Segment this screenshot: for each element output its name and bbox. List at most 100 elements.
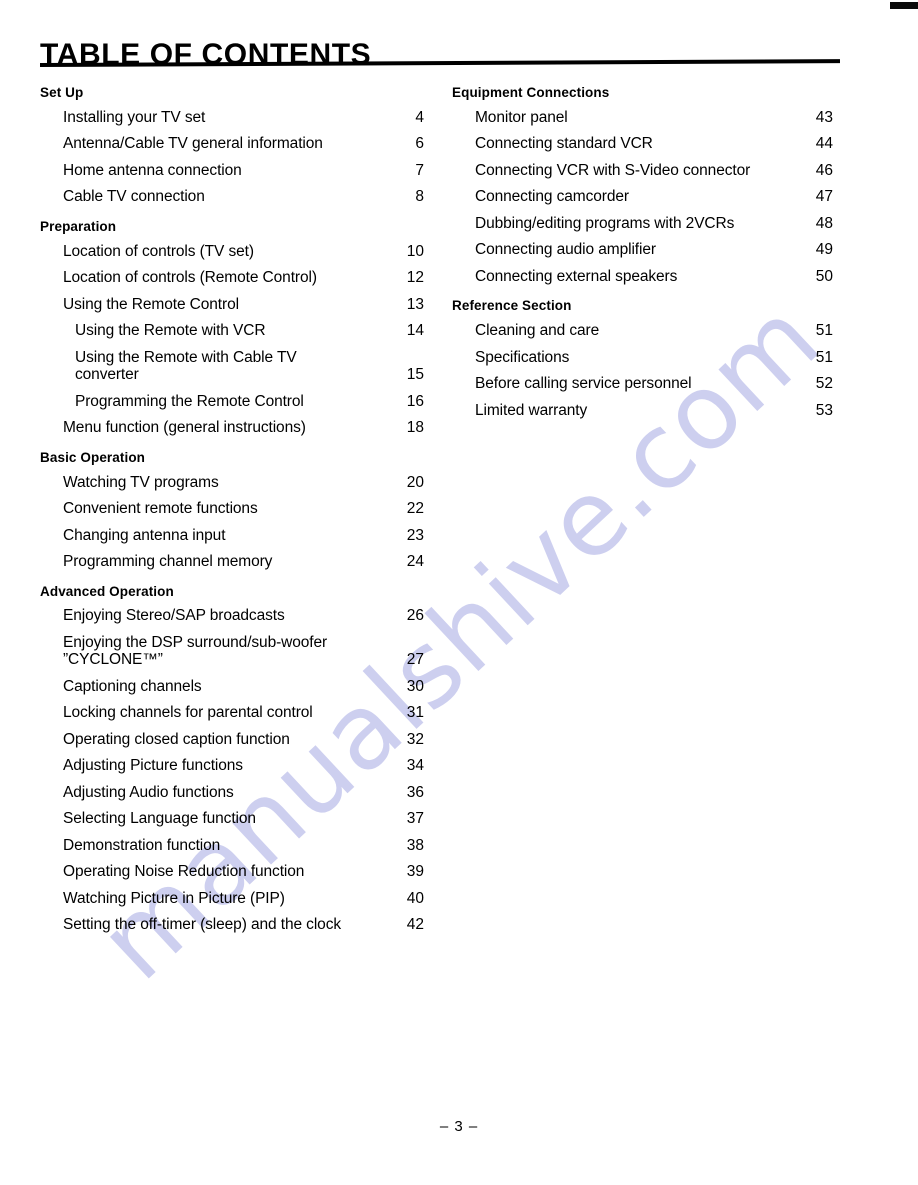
toc-entry-page-number: 22: [406, 500, 424, 518]
toc-entry-page-number: 6: [415, 135, 424, 153]
toc-entry-title-continued: ”CYCLONE™”: [63, 651, 163, 669]
toc-entry-specifications[interactable]: Specifications 51: [452, 349, 833, 367]
toc-section-preparation: Preparation Location of controls (TV set)…: [40, 218, 424, 437]
toc-entry-page-number: 44: [815, 135, 833, 153]
toc-entry-menu-function-general-instructions[interactable]: Menu function (general instructions) 18: [40, 419, 424, 437]
toc-entry-page-number: 34: [406, 757, 424, 775]
toc-entry-title: Programming the Remote Control: [75, 392, 304, 410]
toc-entry-page-number: 37: [406, 810, 424, 828]
toc-entry-using-the-remote-with-vcr[interactable]: Using the Remote with VCR 14: [40, 322, 424, 340]
toc-entry-title: Watching TV programs: [63, 473, 219, 491]
section-heading: Equipment Connections: [452, 85, 610, 100]
toc-entry-page-number: 23: [406, 526, 424, 544]
toc-entry-page-number: 48: [815, 214, 833, 232]
toc-entry-page-number: 32: [406, 730, 424, 748]
section-heading: Reference Section: [452, 298, 572, 314]
toc-entry-cable-tv-connection[interactable]: Cable TV connection 8: [40, 188, 424, 206]
toc-entry-page-number: 13: [406, 295, 424, 313]
toc-entry-watching-tv-programs[interactable]: Watching TV programs 20: [40, 474, 424, 492]
toc-entry-changing-antenna-input[interactable]: Changing antenna input 23: [40, 527, 424, 545]
toc-entry-demonstration-function[interactable]: Demonstration function 38: [40, 837, 424, 855]
toc-entry-title: Adjusting Audio functions: [63, 783, 234, 801]
toc-entry-title: Selecting Language function: [63, 810, 256, 828]
toc-entry-dubbing-editing-programs-with-2vcrs[interactable]: Dubbing/editing programs with 2VCRs 48: [452, 215, 833, 233]
toc-entry-page-number: 31: [406, 704, 424, 722]
toc-entry-title: Programming channel memory: [63, 553, 273, 571]
toc-entry-title: Connecting camcorder: [475, 188, 629, 206]
toc-entry-title: Dubbing/editing programs with 2VCRs: [475, 214, 735, 232]
toc-entry-page-number: 52: [815, 375, 833, 393]
toc-entry-title: Captioning channels: [63, 677, 202, 695]
toc-entry-title: Before calling service personnel: [475, 375, 692, 393]
toc-entry-page-number: 27: [406, 651, 424, 669]
section-heading: Preparation: [40, 218, 117, 234]
toc-entry-using-the-remote-control[interactable]: Using the Remote Control 13: [40, 296, 424, 314]
toc-entry-cleaning-and-care[interactable]: Cleaning and care 51: [452, 322, 833, 340]
toc-entry-adjusting-picture-functions[interactable]: Adjusting Picture functions 34: [40, 757, 424, 775]
toc-entry-enjoying-the-dsp-surround-sub-woofer[interactable]: Enjoying the DSP surround/sub-woofer ”CYC…: [40, 634, 424, 669]
toc-entry-programming-channel-memory[interactable]: Programming channel memory 24: [40, 553, 424, 571]
toc-entry-title: Enjoying the DSP surround/sub-woofer: [63, 633, 328, 651]
toc-entry-title: Locking channels for parental control: [63, 704, 313, 722]
toc-entry-page-number: 12: [406, 269, 424, 287]
toc-entry-title: Location of controls (Remote Control): [63, 269, 317, 287]
toc-entry-locking-channels-for-parental-control[interactable]: Locking channels for parental control 31: [40, 704, 424, 722]
toc-entry-convenient-remote-functions[interactable]: Convenient remote functions 22: [40, 500, 424, 518]
toc-entry-programming-the-remote-control[interactable]: Programming the Remote Control 16: [40, 393, 424, 411]
toc-entry-page-number: 51: [815, 322, 833, 340]
toc-entry-page-number: 14: [406, 322, 424, 340]
toc-entry-title-continued-row: converter 15: [75, 366, 424, 384]
toc-entry-title: Installing your TV set: [63, 108, 206, 126]
toc-entry-captioning-channels[interactable]: Captioning channels 30: [40, 678, 424, 696]
toc-entry-home-antenna-connection[interactable]: Home antenna connection 7: [40, 162, 424, 180]
toc-entry-page-number: 15: [406, 366, 424, 384]
toc-entry-selecting-language-function[interactable]: Selecting Language function 37: [40, 810, 424, 828]
toc-entry-page-number: 7: [415, 161, 424, 179]
section-heading: Advanced Operation: [40, 583, 174, 599]
toc-entry-watching-picture-in-picture-pip[interactable]: Watching Picture in Picture (PIP) 40: [40, 890, 424, 908]
toc-entry-title: Limited warranty: [475, 401, 588, 419]
toc-section-basic-operation: Basic Operation Watching TV programs 20 Con…: [40, 449, 424, 571]
section-heading: Set Up: [40, 85, 84, 100]
toc-entry-location-of-controls-tv-set[interactable]: Location of controls (TV set) 10: [40, 243, 424, 261]
toc-entry-title: Changing antenna input: [63, 526, 226, 544]
toc-entry-location-of-controls-remote-control[interactable]: Location of controls (Remote Control) 12: [40, 269, 424, 287]
toc-column-right: Equipment Connections Monitor panel 43 Conn…: [452, 85, 833, 428]
toc-entry-installing-your-tv-set[interactable]: Installing your TV set 4: [40, 109, 424, 127]
toc-entry-title: Watching Picture in Picture (PIP): [63, 889, 285, 907]
toc-entry-title: Home antenna connection: [63, 161, 242, 179]
toc-entry-page-number: 47: [815, 188, 833, 206]
toc-entry-title: Cable TV connection: [63, 188, 205, 206]
toc-section-advanced-operation: Advanced Operation Enjoying Stereo/SAP br…: [40, 583, 424, 934]
toc-entry-page-number: 50: [815, 267, 833, 285]
toc-section-equipment-connections: Equipment Connections Monitor panel 43 Conn…: [452, 85, 833, 286]
toc-entry-title: Specifications: [475, 348, 570, 366]
toc-entry-setting-the-off-timer-sleep-and-the-clock[interactable]: Setting the off-timer (sleep) and the cl…: [40, 916, 424, 934]
toc-entry-adjusting-audio-functions[interactable]: Adjusting Audio functions 36: [40, 784, 424, 802]
toc-entry-connecting-vcr-with-s-video-connector[interactable]: Connecting VCR with S-Video connector 46: [452, 162, 833, 180]
toc-entry-operating-noise-reduction-function[interactable]: Operating Noise Reduction function 39: [40, 863, 424, 881]
toc-entry-operating-closed-caption-function[interactable]: Operating closed caption function 32: [40, 731, 424, 749]
toc-entry-title: Cleaning and care: [475, 322, 600, 340]
toc-entry-connecting-camcorder[interactable]: Connecting camcorder 47: [452, 188, 833, 206]
toc-entry-title: Connecting VCR with S-Video connector: [475, 161, 751, 179]
toc-entry-title: Convenient remote functions: [63, 500, 258, 518]
toc-entry-title: Menu function (general instructions): [63, 419, 306, 437]
toc-entry-limited-warranty[interactable]: Limited warranty 53: [452, 402, 833, 420]
toc-entry-title: Adjusting Picture functions: [63, 757, 243, 775]
toc-entry-title-continued: converter: [75, 366, 139, 384]
toc-entry-title: Antenna/Cable TV general information: [63, 135, 323, 153]
toc-entry-title: Operating Noise Reduction function: [63, 863, 305, 881]
toc-section-reference-section: Reference Section Cleaning and care 51 Spec…: [452, 298, 833, 420]
toc-entry-page-number: 16: [406, 392, 424, 410]
toc-entry-using-the-remote-with-cable-tv[interactable]: Using the Remote with Cable TV converter 1…: [40, 349, 424, 384]
toc-entry-page-number: 24: [406, 553, 424, 571]
section-heading: Basic Operation: [40, 449, 146, 465]
toc-entry-connecting-external-speakers[interactable]: Connecting external speakers 50: [452, 268, 833, 286]
toc-entry-antenna-cable-tv-general-information[interactable]: Antenna/Cable TV general information 6: [40, 135, 424, 153]
toc-entry-enjoying-stereo-sap-broadcasts[interactable]: Enjoying Stereo/SAP broadcasts 26: [40, 607, 424, 625]
toc-entry-connecting-standard-vcr[interactable]: Connecting standard VCR 44: [452, 135, 833, 153]
toc-entry-monitor-panel[interactable]: Monitor panel 43: [452, 109, 833, 127]
toc-entry-connecting-audio-amplifier[interactable]: Connecting audio amplifier 49: [452, 241, 833, 259]
toc-entry-before-calling-service-personnel[interactable]: Before calling service personnel 52: [452, 375, 833, 393]
